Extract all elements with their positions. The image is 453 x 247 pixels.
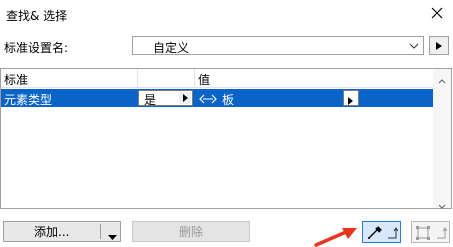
operator-select[interactable]: 是 — [138, 90, 193, 107]
table-header: 标准 值 — [1, 69, 433, 88]
chevron-down-icon — [408, 39, 420, 53]
pick-parameters-button[interactable] — [362, 221, 401, 243]
apply-selection-button[interactable] — [411, 221, 450, 243]
chevron-down-icon[interactable] — [108, 229, 117, 243]
linked-icon — [199, 93, 217, 107]
split-divider — [100, 224, 101, 239]
triangle-right-icon — [436, 41, 442, 50]
annotation-arrow — [314, 228, 357, 247]
marquee-icon — [416, 226, 430, 243]
criteria-set-label: 标准设置名: — [4, 41, 69, 55]
add-button[interactable]: 添加... — [3, 221, 121, 242]
column-header-value: 值 — [198, 73, 211, 87]
table-row[interactable]: 元素类型 是 板 — [1, 89, 433, 107]
triangle-right-icon — [179, 92, 191, 104]
column-divider[interactable] — [194, 69, 195, 87]
delete-button[interactable]: 删除 — [132, 221, 250, 242]
triangle-right-icon — [348, 94, 353, 108]
undo-curve-icon — [435, 226, 448, 242]
operator-value: 是 — [144, 93, 157, 107]
close-icon — [431, 7, 443, 19]
delete-button-label: 删除 — [178, 225, 203, 239]
criteria-set-dropdown[interactable]: 自定义 — [132, 36, 424, 55]
eyedropper-icon — [367, 225, 383, 243]
criteria-table: 标准 值 元素类型 是 板 — [0, 68, 434, 209]
criteria-set-value: 自定义 — [153, 41, 190, 55]
undo-curve-icon — [386, 226, 399, 242]
column-divider[interactable] — [137, 69, 138, 87]
add-button-label: 添加... — [34, 225, 70, 239]
criterion-cell: 元素类型 — [4, 93, 53, 107]
value-cell: 板 — [222, 93, 235, 107]
close-button[interactable] — [428, 2, 446, 24]
chevron-up-icon[interactable] — [438, 73, 446, 87]
vertical-scrollbar[interactable] — [433, 68, 452, 209]
value-picker-button[interactable] — [343, 90, 359, 106]
column-header-criterion: 标准 — [4, 73, 29, 87]
chevron-down-icon[interactable] — [438, 198, 446, 212]
criteria-set-menu-button[interactable] — [429, 36, 449, 55]
window-title: 查找& 选择 — [6, 9, 68, 23]
